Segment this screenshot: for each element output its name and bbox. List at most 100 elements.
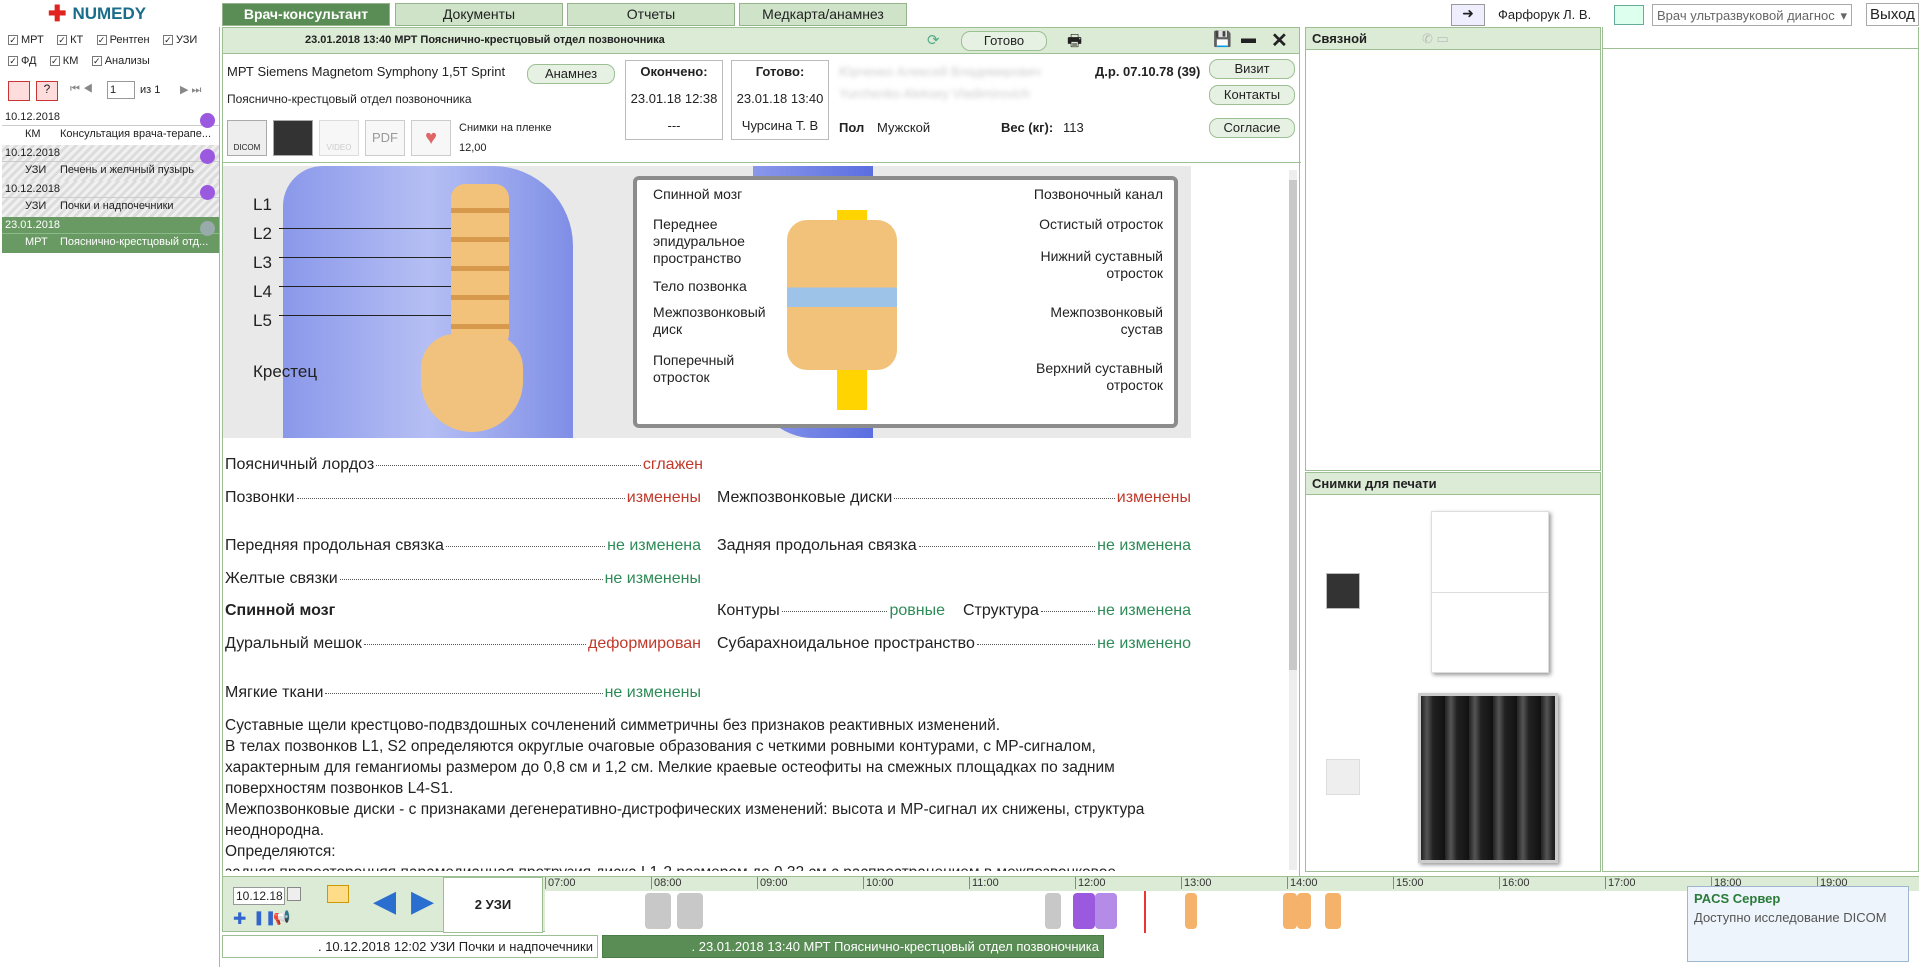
history-title: Почки и надпочечники — [60, 200, 174, 212]
filter-km[interactable]: ✓ КМ — [49, 55, 78, 67]
filter-uzi[interactable]: ✓ УЗИ — [162, 34, 197, 46]
mri-series-thumbnail[interactable] — [1418, 693, 1558, 863]
add-icon[interactable]: ✚ — [233, 909, 246, 929]
timeline-appointment[interactable] — [677, 893, 703, 929]
visit-button[interactable]: Визит — [1209, 59, 1295, 79]
finding-lordoz: Поясничный лордоз сглажен — [225, 456, 703, 473]
exit-button[interactable]: Выход — [1866, 3, 1919, 26]
print-panel: Снимки для печати — [1305, 472, 1601, 872]
timeline-date[interactable]: 10.12.18 — [233, 887, 285, 905]
timeline-appointment[interactable] — [1073, 893, 1095, 929]
grid-icon[interactable] — [273, 120, 313, 156]
phone-icon[interactable]: ✆ ▭ — [1422, 31, 1449, 47]
pager-first-icon[interactable]: ⏮ ◀ — [70, 83, 93, 96]
patient-name: Юрченко Алексей Владимирович — [839, 64, 1041, 79]
bottom-tab[interactable]: . 10.12.2018 12:02 УЗИ Почки и надпочечн… — [222, 935, 598, 958]
extra-panel — [1602, 27, 1919, 872]
refresh-icon[interactable]: ⟳ — [927, 31, 940, 49]
weight-label: Вес (кг): — [1001, 120, 1054, 135]
pager-next-icon[interactable]: ▶ ⏭ — [180, 83, 201, 97]
calendar-icon[interactable] — [287, 887, 301, 901]
modality-label: 2 УЗИ — [443, 877, 543, 933]
timeline-appointment[interactable] — [1325, 893, 1341, 929]
heart-icon[interactable]: ♥ — [411, 120, 451, 156]
scrollbar-thumb[interactable] — [1289, 180, 1297, 670]
pager-input[interactable]: 1 — [107, 81, 135, 99]
inset-left-labels: Спинной мозг Переднее эпидуральное прост… — [653, 186, 766, 385]
timeline-appointment[interactable] — [1283, 893, 1297, 929]
prev-icon[interactable]: ◀ — [373, 887, 396, 917]
video-icon[interactable]: VIDEO — [319, 120, 359, 156]
finding-kontury: Контуры ровные — [717, 602, 945, 619]
current-time-marker — [1144, 891, 1146, 933]
calendar-icon[interactable] — [1614, 5, 1644, 25]
filter-rentgen[interactable]: ✓ Рентген — [96, 34, 150, 46]
role-select[interactable]: Врач ультразвуковой диагнос ▾ — [1652, 4, 1852, 26]
timeline-hour-label: 17:00 — [1605, 877, 1636, 889]
contacts-button[interactable]: Контакты — [1209, 85, 1295, 105]
save-icon[interactable]: 💾 — [1213, 30, 1232, 48]
pdf-icon[interactable]: PDF — [365, 120, 405, 156]
filter-fd[interactable]: ✓ ФД — [8, 55, 36, 67]
history-type: УЗИ — [25, 200, 47, 212]
anatomy-figure: L1 L2 L3 L4 L5 Крестец Спинной мозг Переднее… — [223, 166, 1191, 438]
ready-button[interactable]: Готово — [961, 31, 1047, 51]
timeline: 10.12.18 ✚ ❚❚ 📢 ◀ ▶ 2 УЗИ 07:00 08:00 09:0… — [222, 876, 1919, 933]
doc-title: 23.01.2018 13:40 МРТ Пояснично-крестцовы… — [305, 34, 665, 46]
edit-icon[interactable] — [8, 81, 30, 101]
inset-right-labels: Позвоночный канал Остистый отросток Нижн… — [1033, 186, 1163, 393]
print-page-empty[interactable] — [1431, 511, 1549, 673]
history-item-selected[interactable]: 23.01.2018 МРТ Пояснично-крестцовый отд..… — [2, 217, 219, 253]
app-logo: ✚ NUMEDY — [48, 3, 146, 25]
forward-icon[interactable]: ➜ — [1451, 4, 1485, 26]
history-title: Консультация врача-терапе... — [60, 128, 211, 140]
patient-name-latin: Yurchenko Aleksey Vladimirovich — [839, 86, 1030, 101]
finding-pps: Передняя продольная связка не изменена — [225, 537, 701, 554]
history-date: 10.12.2018 — [2, 181, 219, 198]
tab-documents[interactable]: Документы — [395, 3, 563, 26]
finding-pozvonki: Позвонки изменены — [225, 489, 701, 506]
filter-kt[interactable]: ✓ КТ — [57, 34, 83, 46]
filter-mrt[interactable]: ✓ МРТ — [8, 34, 44, 46]
report-text[interactable]: Суставные щели крестцово-подвздошных соч… — [225, 715, 1185, 871]
minimize-icon[interactable]: ▬ — [1241, 30, 1256, 47]
next-icon[interactable]: ▶ — [411, 887, 434, 917]
user-name: Фарфорук Л. В. — [1498, 7, 1592, 22]
help-icon[interactable]: ? — [36, 81, 58, 101]
timeline-hour-label: 10:00 — [863, 877, 894, 889]
consent-button[interactable]: Согласие — [1209, 118, 1295, 138]
anamnez-button[interactable]: Анамнез — [527, 64, 615, 84]
folder-icon[interactable] — [327, 885, 349, 903]
finished-box: Окончено: 23.01.18 12:38 --- — [625, 60, 723, 140]
svyaz-title: Связной — [1306, 28, 1600, 50]
dicom-icon[interactable]: DICOM — [227, 120, 267, 156]
tab-doctor[interactable]: Врач-консультант — [222, 3, 390, 26]
timeline-appointment[interactable] — [1297, 893, 1311, 929]
image-thumb-icon[interactable] — [1326, 573, 1360, 609]
sex-value: Мужской — [877, 120, 931, 135]
study-label: Пояснично-крестцовый отдел позвоночника — [227, 92, 472, 106]
timeline-hour-label: 09:00 — [757, 877, 788, 889]
history-title: Пояснично-крестцовый отд... — [60, 236, 209, 248]
timeline-appointment[interactable] — [1095, 893, 1117, 929]
weight-value: 113 — [1063, 120, 1084, 135]
close-icon[interactable]: ✕ — [1271, 28, 1288, 53]
bottom-tab-active[interactable]: . 23.01.2018 13:40 МРТ Пояснично-крестцо… — [602, 935, 1104, 958]
history-item[interactable]: 10.12.2018 УЗИ Почки и надпочечники — [2, 181, 219, 217]
history-date: 23.01.2018 — [2, 217, 219, 234]
svyaz-panel: Связной ✆ ▭ — [1305, 27, 1601, 471]
announce-icon[interactable]: 📢 — [273, 909, 290, 926]
layout-icon[interactable] — [1326, 759, 1360, 795]
print-icon[interactable]: 🖶 — [1067, 30, 1082, 57]
tab-medcard[interactable]: Медкарта/анамнез — [739, 3, 907, 26]
filter-analyses[interactable]: ✓ Анализы — [91, 55, 150, 67]
history-item[interactable]: 10.12.2018 УЗИ Печень и желчный пузырь — [2, 145, 219, 181]
device-label: МРТ Siemens Magnetom Symphony 1,5T Sprin… — [227, 64, 506, 79]
tab-reports[interactable]: Отчеты — [567, 3, 735, 26]
timeline-appointment[interactable] — [645, 893, 671, 929]
scrollbar[interactable] — [1289, 170, 1297, 870]
pacs-notification[interactable]: PACS Сервер Доступно исследование DICOM — [1687, 886, 1909, 962]
timeline-appointment[interactable] — [1185, 893, 1197, 929]
timeline-appointment[interactable] — [1045, 893, 1061, 929]
history-item[interactable]: 10.12.2018 КМ Консультация врача-терапе..… — [2, 109, 219, 145]
